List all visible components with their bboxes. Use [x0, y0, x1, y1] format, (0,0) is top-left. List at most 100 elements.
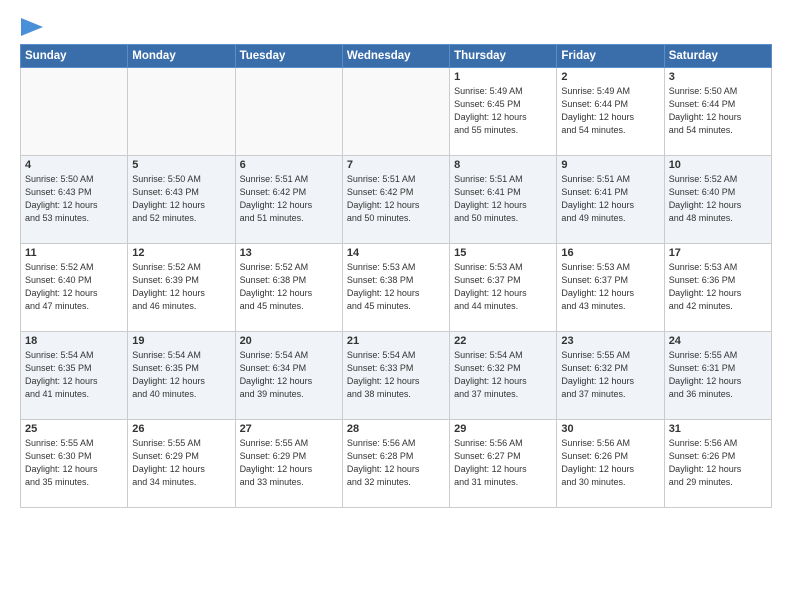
day-number: 14 [347, 247, 445, 259]
calendar-header-tuesday: Tuesday [235, 45, 342, 68]
day-number: 13 [240, 247, 338, 259]
day-number: 26 [132, 423, 230, 435]
calendar-header-monday: Monday [128, 45, 235, 68]
calendar-cell: 1 Sunrise: 5:49 AMSunset: 6:45 PMDaylight… [450, 68, 557, 156]
day-info: Sunrise: 5:51 AMSunset: 6:42 PMDaylight:… [347, 173, 445, 225]
calendar-cell: 11 Sunrise: 5:52 AMSunset: 6:40 PMDayligh… [21, 244, 128, 332]
calendar-cell: 8 Sunrise: 5:51 AMSunset: 6:41 PMDaylight… [450, 156, 557, 244]
day-info: Sunrise: 5:51 AMSunset: 6:42 PMDaylight:… [240, 173, 338, 225]
day-number: 1 [454, 71, 552, 83]
calendar-header-sunday: Sunday [21, 45, 128, 68]
day-number: 30 [561, 423, 659, 435]
calendar-header-row: SundayMondayTuesdayWednesdayThursdayFrid… [21, 45, 772, 68]
day-info: Sunrise: 5:51 AMSunset: 6:41 PMDaylight:… [561, 173, 659, 225]
day-info: Sunrise: 5:56 AMSunset: 6:28 PMDaylight:… [347, 437, 445, 489]
calendar-cell: 21 Sunrise: 5:54 AMSunset: 6:33 PMDayligh… [342, 332, 449, 420]
calendar-cell: 22 Sunrise: 5:54 AMSunset: 6:32 PMDayligh… [450, 332, 557, 420]
calendar-header-friday: Friday [557, 45, 664, 68]
day-info: Sunrise: 5:51 AMSunset: 6:41 PMDaylight:… [454, 173, 552, 225]
calendar-cell: 24 Sunrise: 5:55 AMSunset: 6:31 PMDayligh… [664, 332, 771, 420]
day-info: Sunrise: 5:52 AMSunset: 6:39 PMDaylight:… [132, 261, 230, 313]
calendar-cell: 7 Sunrise: 5:51 AMSunset: 6:42 PMDaylight… [342, 156, 449, 244]
day-info: Sunrise: 5:56 AMSunset: 6:26 PMDaylight:… [561, 437, 659, 489]
day-number: 29 [454, 423, 552, 435]
calendar-cell: 15 Sunrise: 5:53 AMSunset: 6:37 PMDayligh… [450, 244, 557, 332]
calendar-cell: 31Sunrise: 5:56 AMSunset: 6:26 PMDayligh… [664, 420, 771, 508]
calendar-week-2: 4Sunrise: 5:50 AMSunset: 6:43 PMDaylight… [21, 156, 772, 244]
day-info: Sunrise: 5:49 AMSunset: 6:45 PMDaylight:… [454, 85, 552, 137]
day-number: 21 [347, 335, 445, 347]
day-number: 25 [25, 423, 123, 435]
calendar-cell: 29 Sunrise: 5:56 AMSunset: 6:27 PMDayligh… [450, 420, 557, 508]
calendar-cell: 25 Sunrise: 5:55 AMSunset: 6:30 PMDayligh… [21, 420, 128, 508]
day-info: Sunrise: 5:52 AMSunset: 6:40 PMDaylight:… [669, 173, 767, 225]
calendar-week-4: 18 Sunrise: 5:54 AMSunset: 6:35 PMDayligh… [21, 332, 772, 420]
calendar-cell: 19Sunrise: 5:54 AMSunset: 6:35 PMDayligh… [128, 332, 235, 420]
logo-arrow-icon [21, 18, 43, 36]
day-info: Sunrise: 5:54 AMSunset: 6:35 PMDaylight:… [25, 349, 123, 401]
day-info: Sunrise: 5:50 AMSunset: 6:43 PMDaylight:… [132, 173, 230, 225]
day-info: Sunrise: 5:50 AMSunset: 6:44 PMDaylight:… [669, 85, 767, 137]
calendar-header-thursday: Thursday [450, 45, 557, 68]
day-number: 22 [454, 335, 552, 347]
day-info: Sunrise: 5:52 AMSunset: 6:38 PMDaylight:… [240, 261, 338, 313]
day-info: Sunrise: 5:53 AMSunset: 6:36 PMDaylight:… [669, 261, 767, 313]
day-number: 7 [347, 159, 445, 171]
day-number: 11 [25, 247, 123, 259]
calendar-cell: 10Sunrise: 5:52 AMSunset: 6:40 PMDayligh… [664, 156, 771, 244]
calendar-cell: 28 Sunrise: 5:56 AMSunset: 6:28 PMDayligh… [342, 420, 449, 508]
day-info: Sunrise: 5:55 AMSunset: 6:31 PMDaylight:… [669, 349, 767, 401]
day-info: Sunrise: 5:55 AMSunset: 6:29 PMDaylight:… [240, 437, 338, 489]
day-number: 20 [240, 335, 338, 347]
header [20, 16, 772, 36]
day-number: 9 [561, 159, 659, 171]
calendar-cell: 3 Sunrise: 5:50 AMSunset: 6:44 PMDaylight… [664, 68, 771, 156]
calendar-cell: 9 Sunrise: 5:51 AMSunset: 6:41 PMDaylight… [557, 156, 664, 244]
day-info: Sunrise: 5:53 AMSunset: 6:38 PMDaylight:… [347, 261, 445, 313]
calendar-week-3: 11 Sunrise: 5:52 AMSunset: 6:40 PMDayligh… [21, 244, 772, 332]
day-info: Sunrise: 5:53 AMSunset: 6:37 PMDaylight:… [561, 261, 659, 313]
day-number: 12 [132, 247, 230, 259]
calendar-cell: 18 Sunrise: 5:54 AMSunset: 6:35 PMDayligh… [21, 332, 128, 420]
day-info: Sunrise: 5:56 AMSunset: 6:27 PMDaylight:… [454, 437, 552, 489]
calendar-cell [128, 68, 235, 156]
calendar-header-saturday: Saturday [664, 45, 771, 68]
day-number: 8 [454, 159, 552, 171]
calendar-cell: 23Sunrise: 5:55 AMSunset: 6:32 PMDayligh… [557, 332, 664, 420]
calendar-week-1: 1 Sunrise: 5:49 AMSunset: 6:45 PMDaylight… [21, 68, 772, 156]
day-info: Sunrise: 5:54 AMSunset: 6:33 PMDaylight:… [347, 349, 445, 401]
calendar-cell: 20Sunrise: 5:54 AMSunset: 6:34 PMDayligh… [235, 332, 342, 420]
calendar-cell: 13 Sunrise: 5:52 AMSunset: 6:38 PMDayligh… [235, 244, 342, 332]
page: SundayMondayTuesdayWednesdayThursdayFrid… [0, 0, 792, 612]
day-info: Sunrise: 5:52 AMSunset: 6:40 PMDaylight:… [25, 261, 123, 313]
day-number: 3 [669, 71, 767, 83]
day-number: 31 [669, 423, 767, 435]
day-number: 27 [240, 423, 338, 435]
day-info: Sunrise: 5:54 AMSunset: 6:32 PMDaylight:… [454, 349, 552, 401]
day-number: 23 [561, 335, 659, 347]
calendar-cell [342, 68, 449, 156]
calendar-cell: 12 Sunrise: 5:52 AMSunset: 6:39 PMDayligh… [128, 244, 235, 332]
calendar-cell: 14 Sunrise: 5:53 AMSunset: 6:38 PMDayligh… [342, 244, 449, 332]
day-number: 2 [561, 71, 659, 83]
day-number: 18 [25, 335, 123, 347]
day-number: 6 [240, 159, 338, 171]
calendar-cell: 17Sunrise: 5:53 AMSunset: 6:36 PMDayligh… [664, 244, 771, 332]
day-number: 16 [561, 247, 659, 259]
calendar-cell: 27 Sunrise: 5:55 AMSunset: 6:29 PMDayligh… [235, 420, 342, 508]
calendar-cell: 6 Sunrise: 5:51 AMSunset: 6:42 PMDaylight… [235, 156, 342, 244]
calendar-table: SundayMondayTuesdayWednesdayThursdayFrid… [20, 44, 772, 508]
calendar-cell: 2Sunrise: 5:49 AMSunset: 6:44 PMDaylight… [557, 68, 664, 156]
day-number: 15 [454, 247, 552, 259]
day-number: 28 [347, 423, 445, 435]
calendar-cell: 16 Sunrise: 5:53 AMSunset: 6:37 PMDayligh… [557, 244, 664, 332]
day-info: Sunrise: 5:55 AMSunset: 6:30 PMDaylight:… [25, 437, 123, 489]
day-number: 24 [669, 335, 767, 347]
calendar-cell: 4Sunrise: 5:50 AMSunset: 6:43 PMDaylight… [21, 156, 128, 244]
day-info: Sunrise: 5:53 AMSunset: 6:37 PMDaylight:… [454, 261, 552, 313]
day-number: 5 [132, 159, 230, 171]
calendar-cell: 5 Sunrise: 5:50 AMSunset: 6:43 PMDaylight… [128, 156, 235, 244]
day-info: Sunrise: 5:50 AMSunset: 6:43 PMDaylight:… [25, 173, 123, 225]
logo [20, 20, 43, 36]
calendar-header-wednesday: Wednesday [342, 45, 449, 68]
